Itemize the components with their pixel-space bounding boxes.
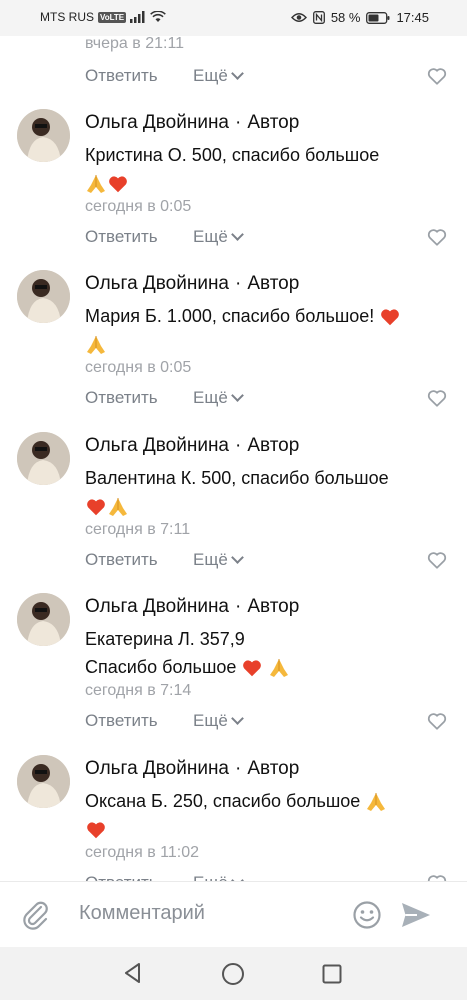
avatar[interactable] [17, 432, 70, 485]
comment-item: Ольга Двойнина · Автор Екатерина Л. 357,9 … [0, 593, 467, 754]
wifi-icon [150, 11, 167, 22]
chevron-down-icon [230, 389, 244, 402]
comment-item: Ольга Двойнина · Автор Кристина О. 500, сп… [0, 109, 467, 270]
author-name[interactable]: Ольга Двойнина [85, 758, 229, 779]
red-heart-emoji [243, 660, 262, 677]
comment-time: сегодня в 0:05 [85, 198, 192, 215]
comment-input[interactable]: Комментарий [79, 902, 205, 925]
heart-outline-icon[interactable] [426, 710, 448, 732]
author-role: Автор [247, 435, 300, 456]
back-icon[interactable] [122, 962, 144, 984]
recent-apps-icon[interactable] [322, 964, 342, 984]
reply-button[interactable]: Ответить [85, 550, 158, 570]
avatar[interactable] [17, 270, 70, 323]
battery-icon [366, 11, 390, 24]
chevron-down-icon [230, 551, 244, 564]
comment-text: Екатерина Л. 357,9 Спасибо большое [85, 625, 445, 681]
comment-text: Кристина О. 500, спасибо большое [85, 141, 445, 197]
chevron-down-icon [230, 228, 244, 241]
chevron-down-icon [230, 712, 244, 725]
separator-dot: · [235, 596, 242, 617]
author-role: Автор [247, 112, 300, 133]
avatar[interactable] [17, 593, 70, 646]
folded-hands-emoji [87, 175, 105, 194]
comments-list[interactable]: вчера в 21:11 Ответить Ещё Ольга Двойнин… [0, 36, 467, 881]
comment-text: Мария Б. 1.000, спасибо большое! [85, 302, 445, 358]
heart-outline-icon[interactable] [426, 65, 448, 87]
reply-button[interactable]: Ответить [85, 388, 158, 408]
carrier-name: MTS RUS [40, 10, 94, 24]
folded-hands-emoji [109, 498, 127, 517]
folded-hands-emoji [270, 659, 289, 678]
folded-hands-emoji [87, 336, 105, 355]
red-heart-emoji [109, 176, 127, 193]
paperclip-icon[interactable] [20, 899, 52, 931]
comment-time: сегодня в 11:02 [85, 844, 200, 861]
heart-outline-icon[interactable] [426, 872, 448, 881]
comment-time: вчера в 21:11 [85, 36, 185, 52]
comment-time: сегодня в 7:14 [85, 682, 192, 699]
more-button[interactable]: Ещё [193, 711, 244, 731]
comment-time: сегодня в 0:05 [85, 359, 192, 376]
red-heart-emoji [87, 822, 105, 839]
heart-outline-icon[interactable] [426, 226, 448, 248]
avatar[interactable] [17, 755, 70, 808]
separator-dot: · [235, 758, 242, 779]
comment-item: Ольга Двойнина · Автор Валентина К. 500, с… [0, 432, 467, 593]
author-role: Автор [247, 758, 300, 779]
author-name[interactable]: Ольга Двойнина [85, 596, 229, 617]
more-button[interactable]: Ещё [193, 227, 244, 247]
author-role: Автор [247, 596, 300, 617]
separator-dot: · [235, 273, 242, 294]
chevron-down-icon [230, 67, 244, 80]
folded-hands-emoji [367, 793, 386, 812]
comment-item: Ольга Двойнина · Автор Мария Б. 1.000, спа… [0, 270, 467, 431]
author-name[interactable]: Ольга Двойнина [85, 435, 229, 456]
send-icon[interactable] [400, 900, 432, 930]
separator-dot: · [235, 435, 242, 456]
smile-icon[interactable] [352, 900, 382, 930]
nfc-icon [312, 11, 325, 24]
clock: 17:45 [396, 10, 429, 25]
reply-button[interactable]: Ответить [85, 711, 158, 731]
system-nav-bar [0, 947, 467, 1000]
chevron-down-icon [230, 874, 244, 881]
home-icon[interactable] [221, 962, 245, 986]
volte-badge: VoLTE [98, 11, 127, 23]
heart-outline-icon[interactable] [426, 549, 448, 571]
separator-dot: · [235, 112, 242, 133]
comment-time: сегодня в 7:11 [85, 521, 191, 538]
comment-text: Валентина К. 500, спасибо большое [85, 464, 445, 520]
reply-button[interactable]: Ответить [85, 873, 158, 881]
more-button[interactable]: Ещё [193, 388, 244, 408]
comment-input-bar: Комментарий [0, 881, 467, 948]
more-button[interactable]: Ещё [193, 873, 244, 881]
red-heart-emoji [381, 309, 400, 326]
comment-text: Оксана Б. 250, спасибо большое [85, 787, 445, 843]
more-button[interactable]: Ещё [193, 550, 244, 570]
red-heart-emoji [87, 499, 105, 516]
reply-button[interactable]: Ответить [85, 66, 158, 86]
comment-item: Ольга Двойнина · Автор Оксана Б. 250, спас… [0, 755, 467, 881]
author-name[interactable]: Ольга Двойнина [85, 273, 229, 294]
avatar[interactable] [17, 109, 70, 162]
heart-outline-icon[interactable] [426, 387, 448, 409]
status-bar: MTS RUS VoLTE 58 % 17:45 [0, 0, 467, 36]
author-name[interactable]: Ольга Двойнина [85, 112, 229, 133]
more-button[interactable]: Ещё [193, 66, 244, 86]
reply-button[interactable]: Ответить [85, 227, 158, 247]
author-role: Автор [247, 273, 300, 294]
eye-icon [290, 13, 307, 22]
signal-icon [130, 11, 145, 23]
battery-percent: 58 % [330, 10, 361, 25]
